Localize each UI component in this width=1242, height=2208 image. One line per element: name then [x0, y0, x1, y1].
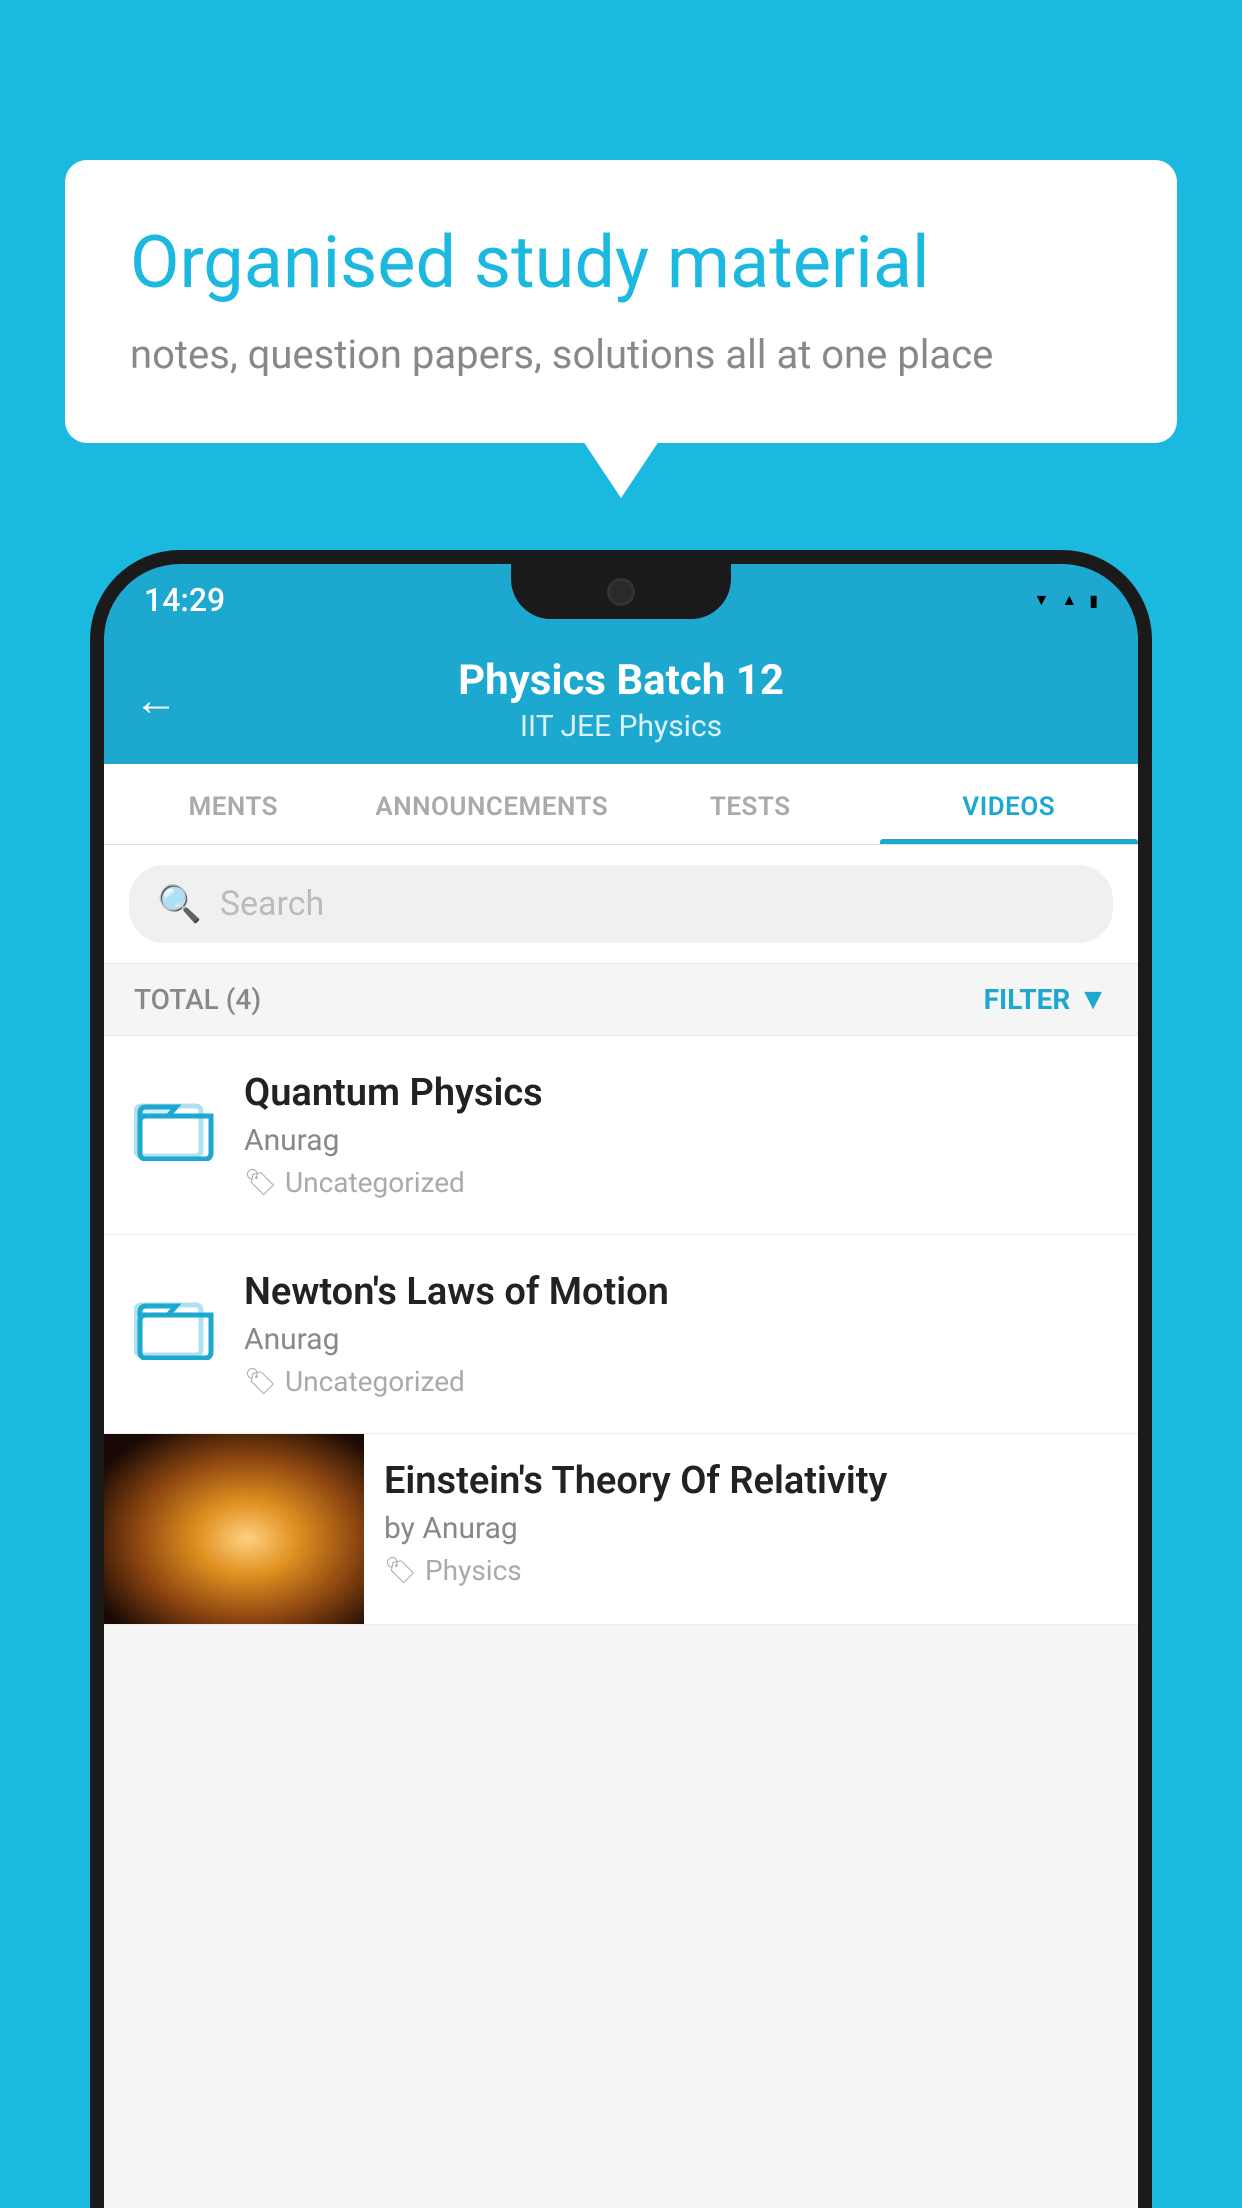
tag-text: Physics	[425, 1554, 522, 1587]
speech-bubble-container: Organised study material notes, question…	[65, 160, 1177, 443]
bubble-subtitle: notes, question papers, solutions all at…	[130, 331, 1112, 378]
phone-notch	[511, 564, 731, 619]
video-thumbnail[interactable]	[104, 1434, 364, 1624]
filter-button[interactable]: FILTER ▼	[984, 982, 1108, 1017]
status-time: 14:29	[144, 581, 225, 619]
filter-row: TOTAL (4) FILTER ▼	[104, 964, 1138, 1036]
video-info: Newton's Laws of Motion Anurag 🏷 Uncateg…	[244, 1270, 1113, 1398]
video-tag: 🏷 Uncategorized	[244, 1166, 1113, 1199]
video-info: Quantum Physics Anurag 🏷 Uncategorized	[244, 1071, 1113, 1199]
video-list: Quantum Physics Anurag 🏷 Uncategorized	[104, 1036, 1138, 1625]
video-info: Einstein's Theory Of Relativity by Anura…	[364, 1434, 1138, 1612]
folder-svg	[134, 1081, 214, 1161]
signal-icon: ▲	[1061, 590, 1077, 610]
video-author: by Anurag	[384, 1511, 1118, 1546]
search-container: 🔍 Search	[104, 845, 1138, 964]
tag-icon: 🏷	[244, 1168, 277, 1198]
back-button[interactable]: ←	[134, 674, 178, 726]
speech-bubble: Organised study material notes, question…	[65, 160, 1177, 443]
app-header: ← Physics Batch 12 IIT JEE Physics	[104, 636, 1138, 764]
tab-videos[interactable]: VIDEOS	[880, 764, 1139, 844]
bubble-title: Organised study material	[130, 220, 1112, 306]
tab-ments[interactable]: MENTS	[104, 764, 363, 844]
video-author: Anurag	[244, 1322, 1113, 1357]
video-tag: 🏷 Uncategorized	[244, 1365, 1113, 1398]
folder-icon	[129, 1275, 219, 1365]
header-text: Physics Batch 12 IIT JEE Physics	[198, 656, 1044, 744]
camera	[607, 578, 635, 606]
tag-text: Uncategorized	[285, 1365, 465, 1398]
list-item[interactable]: Einstein's Theory Of Relativity by Anura…	[104, 1434, 1138, 1625]
tab-announcements[interactable]: ANNOUNCEMENTS	[363, 764, 622, 844]
search-placeholder: Search	[220, 884, 324, 924]
video-title: Quantum Physics	[244, 1071, 1113, 1115]
folder-icon	[129, 1076, 219, 1166]
video-title: Newton's Laws of Motion	[244, 1270, 1113, 1314]
header-title: Physics Batch 12	[198, 656, 1044, 705]
filter-label: FILTER	[984, 983, 1071, 1016]
list-item[interactable]: Newton's Laws of Motion Anurag 🏷 Uncateg…	[104, 1235, 1138, 1434]
phone-frame: 14:29 ▼ ▲ ▮ ← Physics Batch 12 IIT JEE P…	[90, 550, 1152, 2208]
search-bar[interactable]: 🔍 Search	[129, 865, 1113, 943]
video-tag: 🏷 Physics	[384, 1554, 1118, 1587]
tag-icon: 🏷	[384, 1556, 417, 1586]
battery-icon: ▮	[1089, 591, 1098, 610]
phone-inner: 14:29 ▼ ▲ ▮ ← Physics Batch 12 IIT JEE P…	[104, 564, 1138, 2208]
total-count: TOTAL (4)	[134, 983, 261, 1016]
tag-icon: 🏷	[244, 1367, 277, 1397]
header-subtitle: IIT JEE Physics	[198, 709, 1044, 744]
video-title: Einstein's Theory Of Relativity	[384, 1459, 1118, 1503]
video-author: Anurag	[244, 1123, 1113, 1158]
tab-tests[interactable]: TESTS	[621, 764, 880, 844]
tabs-bar: MENTS ANNOUNCEMENTS TESTS VIDEOS	[104, 764, 1138, 845]
status-icons: ▼ ▲ ▮	[1034, 590, 1099, 610]
app-screen: ← Physics Batch 12 IIT JEE Physics MENTS…	[104, 636, 1138, 2208]
folder-svg	[134, 1280, 214, 1360]
list-item[interactable]: Quantum Physics Anurag 🏷 Uncategorized	[104, 1036, 1138, 1235]
search-icon: 🔍	[157, 883, 202, 925]
filter-icon: ▼	[1078, 982, 1108, 1017]
tag-text: Uncategorized	[285, 1166, 465, 1199]
wifi-icon: ▼	[1034, 590, 1050, 610]
